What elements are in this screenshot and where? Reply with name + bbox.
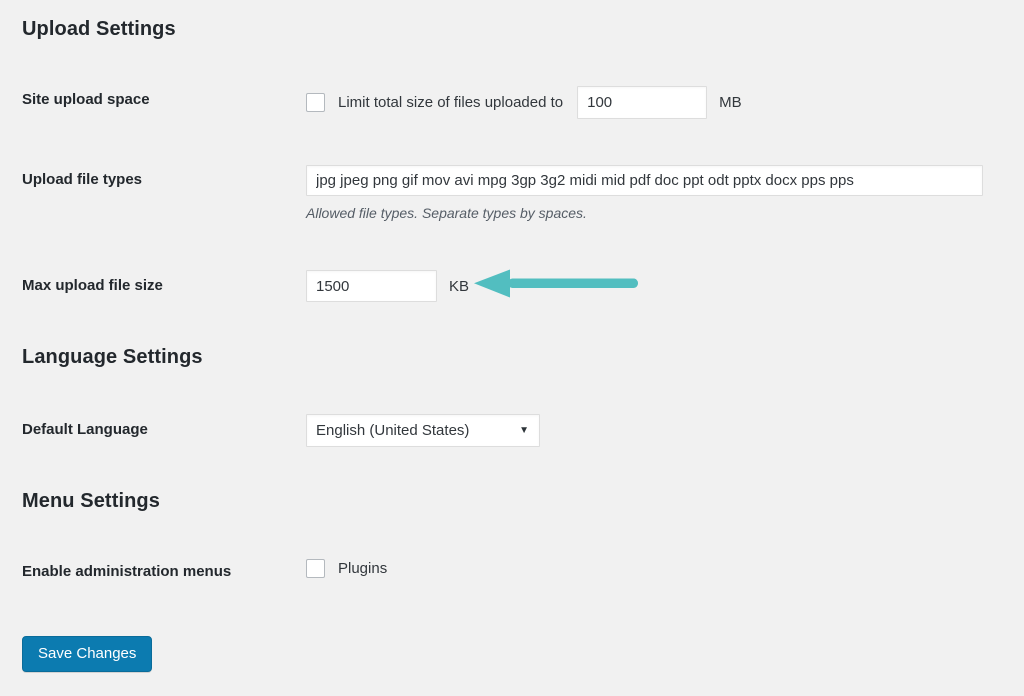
enable-administration-menus-field-group: Plugins	[306, 559, 387, 578]
plugins-checkbox-label: Plugins	[338, 560, 387, 577]
site-upload-space-label: Site upload space	[22, 91, 150, 108]
site-upload-space-checkbox-label: Limit total size of files uploaded to	[338, 94, 563, 111]
menu-settings-heading: Menu Settings	[22, 490, 160, 513]
max-upload-file-size-unit: KB	[449, 278, 469, 295]
site-upload-space-checkbox[interactable]	[306, 93, 325, 112]
upload-settings-page: Upload Settings Site upload space Limit …	[0, 0, 1024, 696]
default-language-select-value: English (United States)	[306, 414, 540, 447]
site-upload-space-input[interactable]	[577, 86, 707, 119]
plugins-checkbox[interactable]	[306, 559, 325, 578]
max-upload-file-size-field-group: KB	[306, 270, 469, 302]
upload-settings-heading: Upload Settings	[22, 18, 176, 41]
default-language-field-group: English (United States) ▼	[306, 414, 540, 447]
upload-file-types-input[interactable]	[306, 165, 983, 196]
default-language-label: Default Language	[22, 421, 148, 438]
site-upload-space-unit: MB	[719, 94, 742, 111]
chevron-down-icon: ▼	[519, 426, 529, 436]
default-language-select[interactable]: English (United States) ▼	[306, 414, 540, 447]
language-settings-heading: Language Settings	[22, 346, 203, 369]
max-upload-file-size-input[interactable]	[306, 270, 437, 302]
save-changes-button[interactable]: Save Changes	[22, 636, 152, 672]
upload-file-types-field-group	[306, 165, 983, 196]
enable-administration-menus-label: Enable administration menus	[22, 563, 231, 580]
upload-file-types-description: Allowed file types. Separate types by sp…	[306, 205, 587, 221]
upload-file-types-label: Upload file types	[22, 171, 142, 188]
site-upload-space-field-group: Limit total size of files uploaded to MB	[306, 86, 742, 119]
annotation-arrow-icon	[470, 266, 645, 302]
max-upload-file-size-label: Max upload file size	[22, 277, 163, 294]
